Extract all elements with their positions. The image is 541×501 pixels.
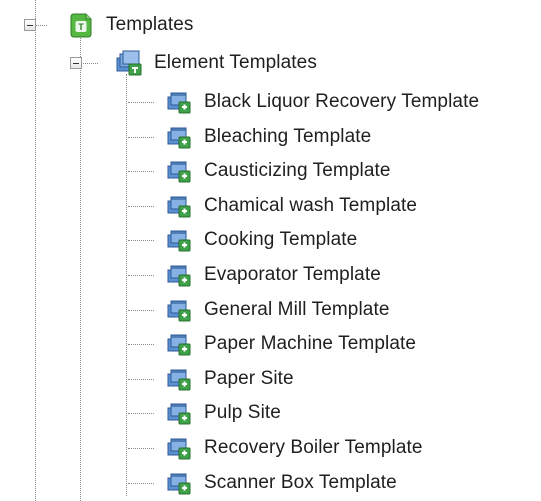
element-template-icon bbox=[167, 438, 191, 460]
tree-leaf-node[interactable]: Evaporator Template bbox=[0, 258, 541, 292]
tree-connector bbox=[128, 102, 154, 103]
tree-leaf-node[interactable]: Paper Machine Template bbox=[0, 327, 541, 361]
tree-connector bbox=[128, 275, 154, 276]
tree-node-label[interactable]: Cooking Template bbox=[204, 228, 357, 252]
tree-leaf-node[interactable]: Pulp Site bbox=[0, 396, 541, 430]
collapse-toggle[interactable] bbox=[24, 19, 36, 31]
tree-node-label[interactable]: Chamical wash Template bbox=[204, 194, 417, 218]
template-folder-icon: T bbox=[70, 13, 92, 38]
tree-connector bbox=[128, 413, 154, 414]
tree-leaf-node[interactable]: Chamical wash Template bbox=[0, 189, 541, 223]
tree-connector bbox=[128, 483, 154, 484]
tree-connector bbox=[128, 240, 154, 241]
element-template-icon bbox=[167, 265, 191, 287]
tree-node-label[interactable]: Templates bbox=[106, 13, 194, 37]
element-template-icon bbox=[167, 161, 191, 183]
tree-connector bbox=[128, 310, 154, 311]
tree-connector bbox=[128, 171, 154, 172]
element-template-icon bbox=[167, 300, 191, 322]
element-template-icon bbox=[167, 473, 191, 495]
tree-connector bbox=[128, 206, 154, 207]
tree-node-label[interactable]: Black Liquor Recovery Template bbox=[204, 90, 479, 114]
tree-connector bbox=[128, 137, 154, 138]
element-template-icon bbox=[167, 369, 191, 391]
tree-node-label[interactable]: Scanner Box Template bbox=[204, 471, 397, 495]
tree-leaf-node[interactable]: Black Liquor Recovery Template bbox=[0, 85, 541, 119]
tree-leaf-node[interactable]: Recovery Boiler Template bbox=[0, 431, 541, 465]
tree-connector bbox=[128, 448, 154, 449]
tree-node-templates[interactable]: T Templates bbox=[0, 8, 541, 42]
tree-leaf-node[interactable]: Scanner Box Template bbox=[0, 466, 541, 500]
tree-node-label[interactable]: Paper Machine Template bbox=[204, 332, 416, 356]
element-template-icon bbox=[167, 334, 191, 356]
collapse-toggle[interactable] bbox=[70, 57, 82, 69]
tree-node-label[interactable]: Evaporator Template bbox=[204, 263, 381, 287]
tree-connector bbox=[128, 379, 154, 380]
tree-leaf-node[interactable]: Paper Site bbox=[0, 362, 541, 396]
tree-connector bbox=[80, 63, 98, 64]
svg-text:T: T bbox=[78, 22, 84, 32]
tree-leaf-node[interactable]: General Mill Template bbox=[0, 293, 541, 327]
tree-view: T Templates Element Templates Black Liqu… bbox=[0, 0, 541, 501]
element-templates-icon bbox=[116, 50, 142, 76]
tree-node-label[interactable]: Paper Site bbox=[204, 367, 294, 391]
tree-leaf-node[interactable]: Causticizing Template bbox=[0, 154, 541, 188]
tree-connector bbox=[128, 344, 154, 345]
tree-connector bbox=[35, 25, 47, 26]
element-template-icon bbox=[167, 230, 191, 252]
tree-leaf-node[interactable]: Cooking Template bbox=[0, 223, 541, 257]
tree-node-label[interactable]: Pulp Site bbox=[204, 401, 281, 425]
element-template-icon bbox=[167, 127, 191, 149]
tree-node-label[interactable]: Bleaching Template bbox=[204, 125, 371, 149]
element-template-icon bbox=[167, 403, 191, 425]
element-template-icon bbox=[167, 196, 191, 218]
tree-leaf-node[interactable]: Bleaching Template bbox=[0, 120, 541, 154]
tree-node-element-templates[interactable]: Element Templates bbox=[0, 46, 541, 80]
tree-node-label[interactable]: Recovery Boiler Template bbox=[204, 436, 423, 460]
tree-node-label[interactable]: General Mill Template bbox=[204, 298, 390, 322]
element-template-icon bbox=[167, 92, 191, 114]
tree-node-label[interactable]: Causticizing Template bbox=[204, 159, 391, 183]
tree-node-label[interactable]: Element Templates bbox=[154, 51, 317, 75]
